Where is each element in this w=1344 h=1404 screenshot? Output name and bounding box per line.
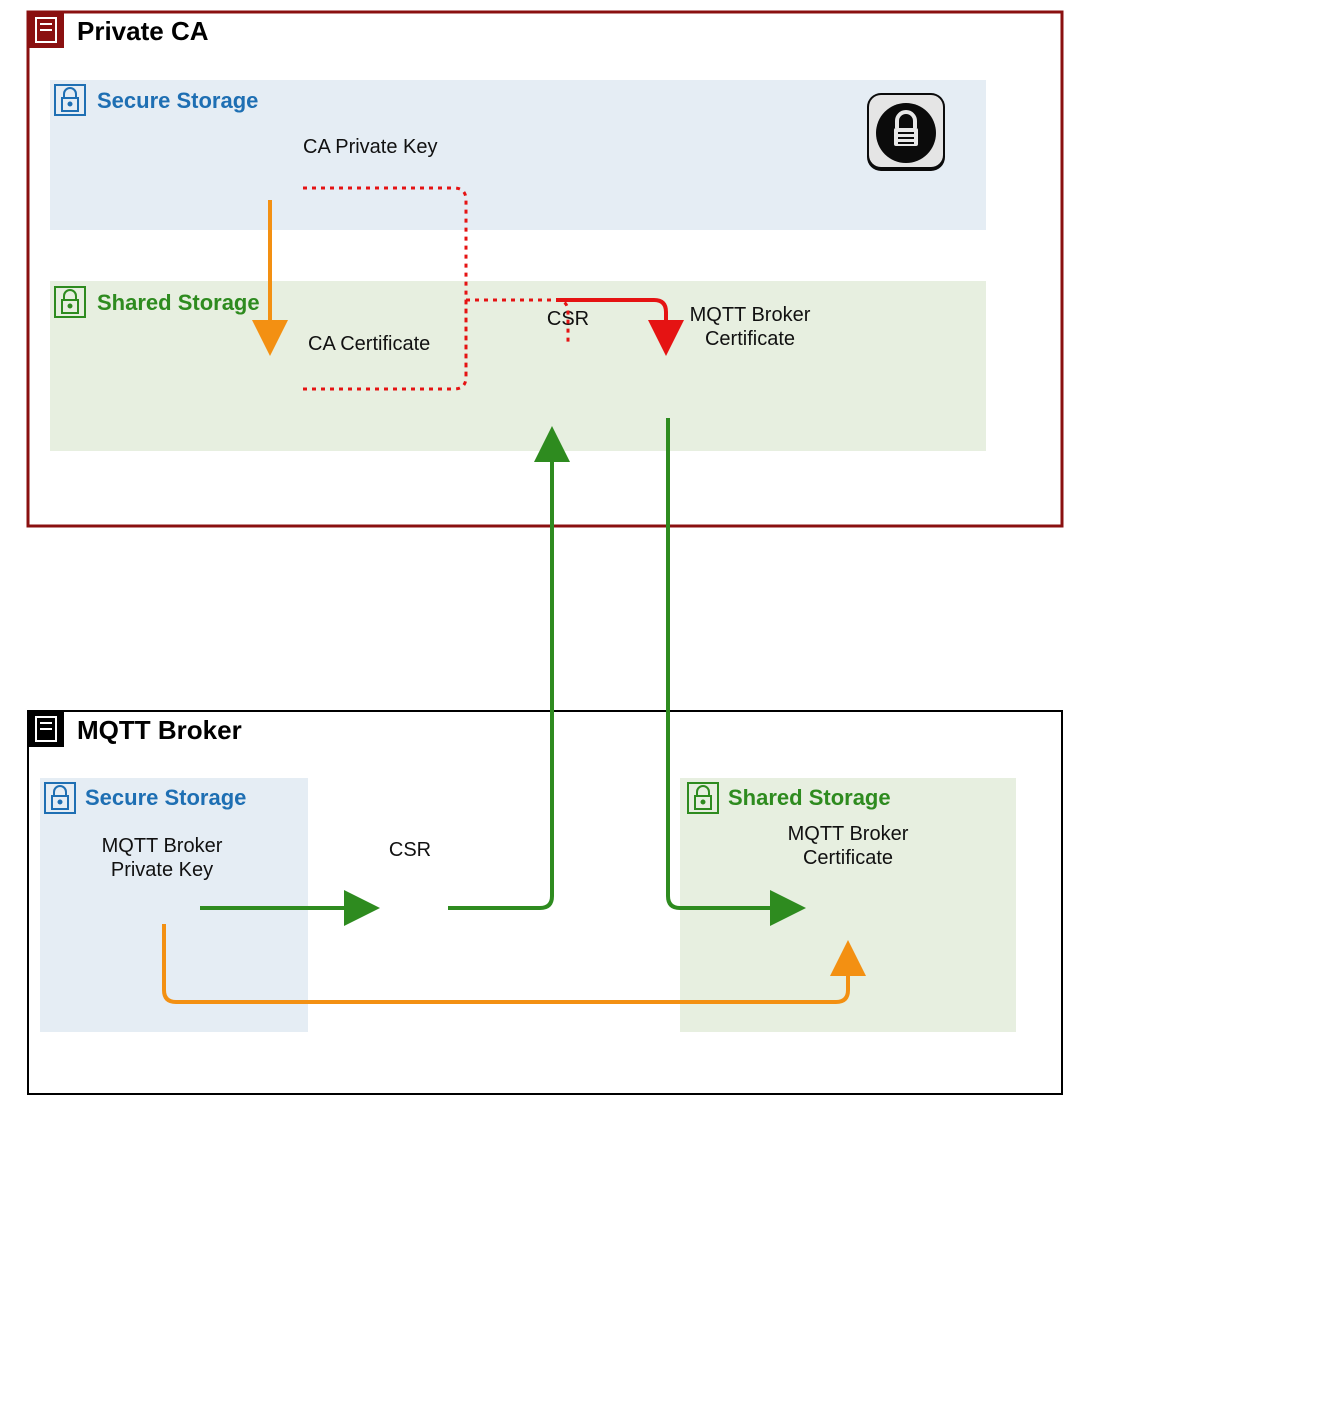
mqtt-broker-title: MQTT Broker bbox=[77, 715, 242, 745]
label-ca-private-key: CA Private Key bbox=[303, 136, 438, 158]
label-ca-cert: CA Certificate bbox=[308, 333, 430, 355]
private-ca-secure-label: Secure Storage bbox=[97, 88, 258, 113]
arrow-csr-upload bbox=[448, 432, 552, 908]
hsm-lock-icon bbox=[867, 93, 945, 171]
label-broker-cert-top-2: Certificate bbox=[705, 328, 795, 350]
label-broker-key-2: Private Key bbox=[111, 859, 213, 881]
label-broker-cert-bot-1: MQTT Broker bbox=[788, 823, 909, 845]
private-ca-container: Private CA Secure Storage Shared Storage bbox=[28, 12, 1062, 526]
mqtt-shared-label: Shared Storage bbox=[728, 785, 891, 810]
pki-diagram: Private CA Secure Storage Shared Storage… bbox=[0, 0, 1344, 1404]
private-ca-title: Private CA bbox=[77, 16, 209, 46]
label-csr-bottom: CSR bbox=[389, 839, 431, 861]
mqtt-broker-container: MQTT Broker Secure Storage Shared Storag… bbox=[28, 711, 1062, 1094]
private-ca-shared-label: Shared Storage bbox=[97, 290, 260, 315]
label-broker-cert-bot-2: Certificate bbox=[803, 847, 893, 869]
mqtt-secure-storage bbox=[40, 778, 308, 1032]
csr-bottom-icon bbox=[386, 877, 439, 955]
label-broker-cert-top-1: MQTT Broker bbox=[690, 304, 811, 326]
mqtt-secure-label: Secure Storage bbox=[85, 785, 246, 810]
label-broker-key-1: MQTT Broker bbox=[102, 835, 223, 857]
